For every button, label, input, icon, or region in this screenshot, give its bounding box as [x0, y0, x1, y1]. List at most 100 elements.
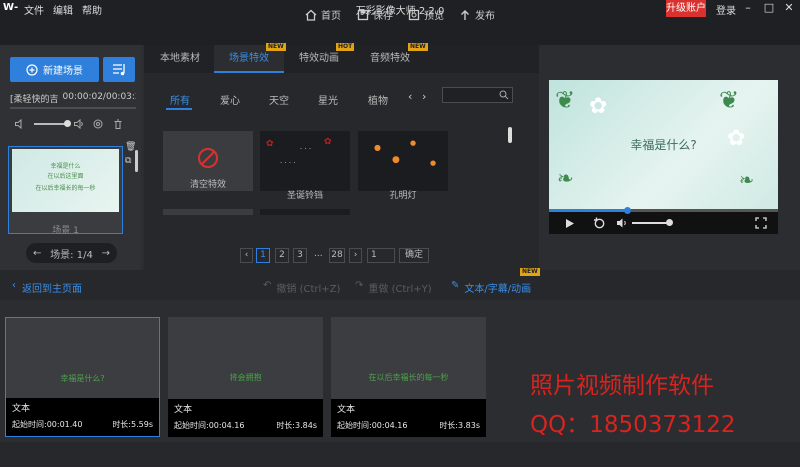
volume-icon[interactable]	[14, 118, 26, 130]
effects-search-input[interactable]	[442, 87, 513, 103]
redo-button[interactable]: ↷ 重做 (Ctrl+Y)	[355, 280, 432, 295]
effect-christmas-bells[interactable]: ✿ · · · ✿ · · · · 圣诞铃铛	[260, 131, 350, 214]
text-subtitle-animation-button[interactable]: ✎ 文本/字幕/动画	[451, 280, 531, 295]
clip-duration: 时长:5.59s	[112, 420, 153, 429]
publish-label: 发布	[475, 11, 495, 22]
trash-icon[interactable]	[112, 118, 124, 130]
toolbar	[0, 17, 800, 45]
pager-page-input[interactable]: 1	[367, 248, 395, 263]
fullscreen-icon[interactable]	[755, 217, 767, 229]
watermark-line2: QQ：1850373122	[530, 412, 736, 438]
clip-type: 文本	[337, 405, 356, 415]
undo-button[interactable]: ↶ 撤销 (Ctrl+Z)	[263, 280, 340, 295]
clip-type: 文本	[12, 404, 31, 414]
save-button[interactable]: 保存	[357, 7, 393, 22]
preview-volume-slider[interactable]	[632, 222, 669, 224]
category-all[interactable]: 所有	[170, 92, 190, 107]
save-label: 保存	[373, 11, 393, 22]
music-button[interactable]	[103, 57, 135, 82]
preview-progress-fill	[549, 209, 627, 212]
maximize-icon[interactable]: □	[762, 1, 776, 15]
publish-button[interactable]: 发布	[459, 7, 495, 22]
preview-volume-knob[interactable]	[666, 219, 673, 226]
pager-page-1[interactable]: 1	[256, 248, 270, 263]
new-scene-button[interactable]: 新建场景	[10, 57, 99, 82]
pager-page-3[interactable]: 3	[293, 248, 307, 263]
login-button[interactable]: 登录	[716, 2, 736, 17]
effect-name: 孔明灯	[389, 191, 417, 201]
search-icon	[499, 90, 509, 100]
clip-start-time: 起始时间:00:04.16	[174, 421, 245, 430]
scene-thumbnail-label: 场景 1	[52, 226, 79, 236]
preview-caption: 幸福是什么?	[630, 138, 697, 152]
scene-list-scrollbar[interactable]	[135, 150, 138, 172]
video-preview: ❦ ✿ ❧ ❦ ✿ ❧ 幸福是什么?	[549, 80, 778, 234]
replay-icon[interactable]	[593, 217, 606, 229]
text-tool-label: 文本/字幕/动画	[464, 284, 532, 295]
new-badge: NEW	[408, 43, 428, 51]
volume-icon[interactable]	[616, 217, 629, 229]
prev-scene-button[interactable]: ←	[33, 248, 41, 259]
close-icon[interactable]: ✕	[782, 1, 796, 15]
scene-delete-icon[interactable]: 🗑	[125, 142, 136, 152]
new-scene-label: 新建场景	[43, 66, 83, 77]
volume-max-icon[interactable]	[73, 118, 85, 130]
category-next-icon[interactable]: ›	[422, 90, 426, 103]
preview-button[interactable]: 预览	[408, 7, 444, 22]
effect-sky-lantern[interactable]: ● ● ● ● 孔明灯	[358, 131, 448, 214]
category-plants[interactable]: 植物	[368, 92, 388, 107]
scene-copy-icon[interactable]: ⧉	[125, 156, 131, 166]
category-starlight[interactable]: 星光	[318, 92, 338, 107]
thumb-text-line3: 在以后幸福长的每一秒	[35, 185, 96, 192]
clip-info: 文本 起始时间:00:04.16 时长:3.83s	[331, 399, 486, 437]
effect-row-2-partial	[260, 209, 350, 215]
effect-row-2-partial	[163, 209, 253, 215]
text-clip[interactable]: 幸福是什么? 文本 起始时间:00:01.40 时长:5.59s	[5, 317, 160, 437]
plus-circle-icon	[26, 63, 38, 76]
upload-icon	[461, 9, 469, 20]
volume-slider-knob[interactable]	[64, 120, 71, 127]
preview-image: ❦ ✿ ❧ ❦ ✿ ❧ 幸福是什么?	[549, 80, 778, 210]
effect-name: 圣诞铃铛	[286, 191, 323, 201]
effect-clear[interactable]: 清空特效	[163, 131, 253, 214]
clip-text: 幸福是什么?	[60, 374, 105, 383]
pager-ellipsis: ...	[314, 249, 323, 259]
pager-page-2[interactable]: 2	[275, 248, 289, 263]
song-progress[interactable]	[10, 107, 136, 109]
clip-info: 文本 起始时间:00:04.16 时长:3.84s	[168, 399, 323, 437]
settings-icon[interactable]	[92, 118, 104, 130]
redo-label: 重做 (Ctrl+Y)	[368, 284, 432, 295]
save-icon	[357, 9, 369, 20]
home-button[interactable]: 首页	[305, 7, 341, 22]
audio-controls	[10, 116, 136, 132]
text-clip[interactable]: 在以后幸福长的每一秒 文本 起始时间:00:04.16 时长:3.83s	[331, 317, 486, 437]
pen-icon: ✎	[451, 280, 460, 291]
category-sky[interactable]: 天空	[269, 92, 289, 107]
effects-scrollbar[interactable]	[508, 127, 512, 143]
upgrade-account-button[interactable]: 升级账户	[666, 0, 706, 17]
pager-prev-button[interactable]: ‹	[240, 248, 253, 263]
tab-local-assets[interactable]: 本地素材	[146, 45, 214, 73]
text-clip[interactable]: 将会拥抱 文本 起始时间:00:04.16 时长:3.84s	[168, 317, 323, 437]
volume-slider[interactable]	[34, 123, 68, 125]
pager-next-button[interactable]: ›	[349, 248, 362, 263]
next-scene-button[interactable]: →	[102, 248, 110, 259]
pager-confirm-button[interactable]: 确定	[399, 248, 429, 263]
clip-duration: 时长:3.83s	[439, 421, 480, 430]
forbidden-icon	[198, 148, 218, 168]
scene-thumbnail[interactable]: 幸福是什么 在以后这里面 在以后幸福长的每一秒 场景 1	[8, 146, 123, 236]
clip-text: 将会拥抱	[229, 373, 262, 382]
back-to-main-button[interactable]: ‹ 返回到主页面	[12, 280, 82, 295]
minimize-icon[interactable]: –	[741, 1, 755, 15]
preview-label: 预览	[424, 11, 444, 22]
home-label: 首页	[321, 11, 341, 22]
new-badge: NEW	[266, 43, 286, 51]
preview-progress[interactable]	[549, 209, 778, 212]
category-love[interactable]: 爱心	[220, 92, 240, 107]
category-prev-icon[interactable]: ‹	[408, 90, 412, 103]
pager-page-28[interactable]: 28	[329, 248, 345, 263]
play-icon[interactable]	[565, 218, 575, 229]
thumb-text-line2: 在以后这里面	[47, 173, 84, 180]
new-badge: NEW	[520, 268, 540, 276]
preview-progress-knob[interactable]	[623, 207, 631, 214]
